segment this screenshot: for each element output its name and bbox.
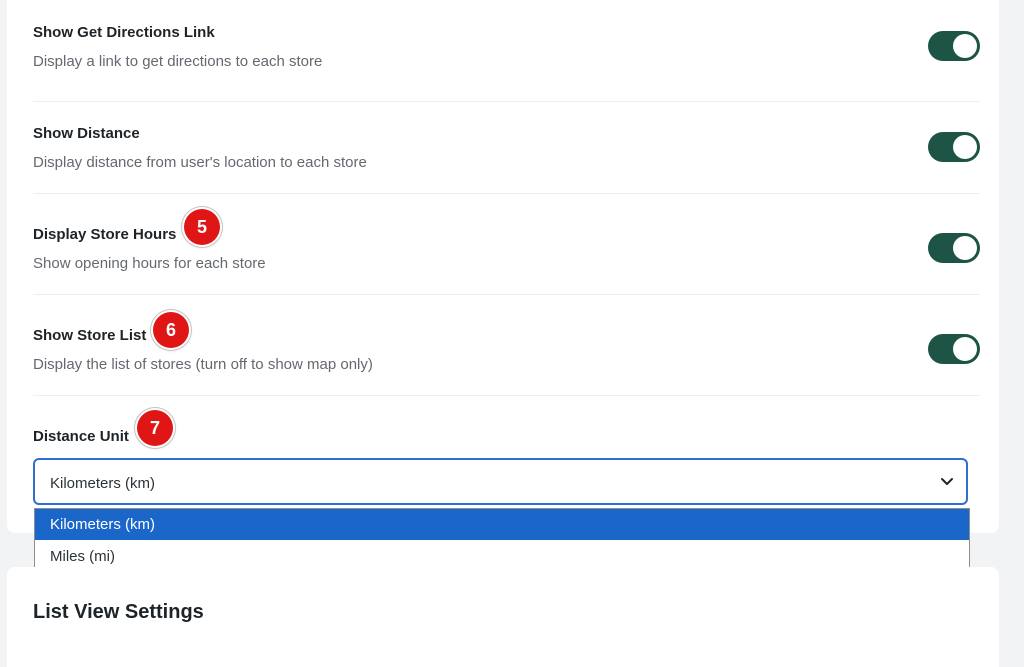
store-list-toggle[interactable]	[928, 334, 980, 364]
list-view-settings-title: List View Settings	[33, 601, 204, 623]
chevron-down-icon	[941, 478, 953, 485]
step-badge-5: 5	[184, 209, 220, 245]
setting-row-get-directions: Show Get Directions Link Display a link …	[33, 0, 980, 102]
toggle-knob	[953, 337, 977, 361]
toggle-knob	[953, 135, 977, 159]
step-badge-6: 6	[153, 312, 189, 348]
selected-value: Kilometers (km)	[50, 475, 156, 492]
show-distance-toggle[interactable]	[928, 132, 980, 162]
general-settings-card: Show Get Directions Link Display a link …	[7, 0, 999, 533]
distance-unit-label: Distance Unit	[33, 428, 129, 445]
toggle-knob	[953, 236, 977, 260]
distance-unit-dropdown: Kilometers (km) Miles (mi)	[34, 508, 970, 572]
setting-title: Show Get Directions Link	[33, 24, 215, 41]
option-kilometers[interactable]: Kilometers (km)	[35, 509, 969, 540]
setting-description: Display the list of stores (turn off to …	[33, 356, 373, 373]
step-badge-7: 7	[137, 410, 173, 446]
store-hours-toggle[interactable]	[928, 233, 980, 263]
setting-title: Display Store Hours	[33, 226, 177, 243]
setting-title: Show Distance	[33, 125, 140, 142]
distance-unit-select[interactable]: Kilometers (km)	[33, 458, 968, 505]
setting-title: Show Store List	[33, 327, 147, 344]
setting-description: Show opening hours for each store	[33, 255, 266, 272]
setting-description: Display a link to get directions to each…	[33, 53, 323, 70]
setting-row-store-hours: Display Store Hours Show opening hours f…	[33, 193, 980, 295]
toggle-knob	[953, 34, 977, 58]
setting-row-show-distance: Show Distance Display distance from user…	[33, 92, 980, 194]
setting-description: Display distance from user's location to…	[33, 154, 367, 171]
get-directions-toggle[interactable]	[928, 31, 980, 61]
